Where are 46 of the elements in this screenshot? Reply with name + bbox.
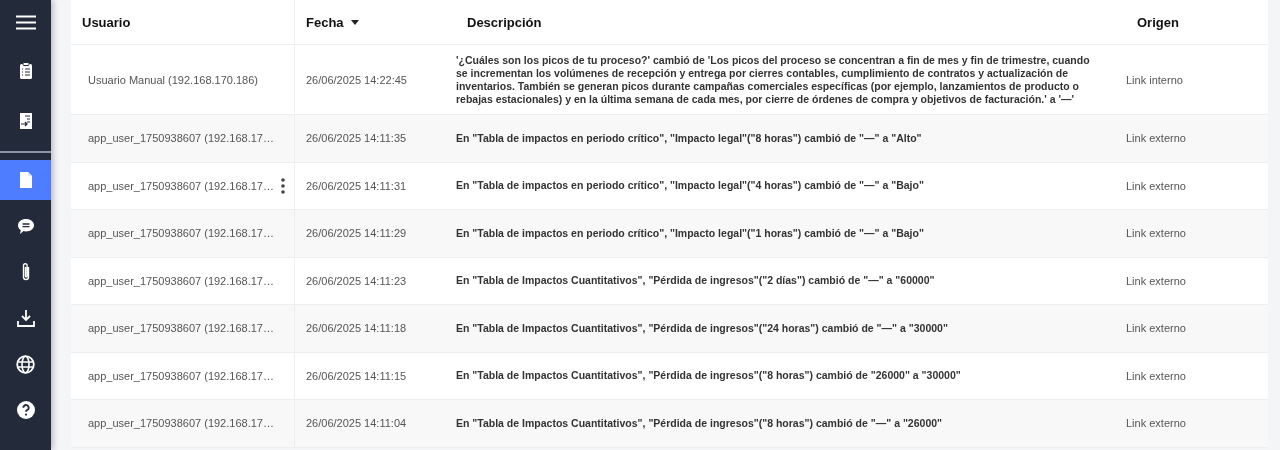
table-cell: Link externo xyxy=(1126,179,1186,192)
table-cell: En "Tabla de impactos en periodo crítico", "Impacto legal"("4 horas") cambió de "—" a "Bajo" xyxy=(456,179,924,193)
document-arrow-icon xyxy=(18,112,33,130)
table-cell: En "Tabla de Impactos Cuantitativos", "Pérdida de ingresos"("8 horas") cambió de "—" a "26000" xyxy=(456,416,943,430)
table-cell: Link externo xyxy=(1126,417,1186,430)
clipboard-icon xyxy=(18,62,33,80)
table-cell: Usuario Manual (192.168.170.186) xyxy=(88,73,258,86)
table-cell: app_user_1750938607 (192.168.17… xyxy=(88,274,274,287)
column-header[interactable]: Descripción xyxy=(456,0,1126,44)
table-cell: En "Tabla de impactos en periodo crítico", "Impacto legal"("8 horas") cambió de "—" a "Alto" xyxy=(456,131,922,145)
table-cell: 26/06/2025 14:11:18 xyxy=(306,322,407,335)
help-icon xyxy=(16,401,35,419)
table-cell: 26/06/2025 14:11:31 xyxy=(306,179,407,192)
table-cell-text: '¿Cuáles son los picos de tu proceso?' cambió de 'Los picos del proceso se concentran a fin de mes y fin de trimestre, cuando se incrementan los volúmenes de recepción y entrega por cierres contables, cumplimiento de contratos y actualización de inventarios. También se generan picos durante campañas comerciales específicas (por ejemplo, lanzamientos de producto o rebajas estacionales) y en la última semana de cada mes, por cierre de órdenes de compra y objetivos de facturación.' a '—' xyxy=(456,53,1091,106)
table-cell: app_user_1750938607 (192.168.17… xyxy=(88,132,274,145)
table-cell: Link externo xyxy=(1126,227,1186,240)
table-cell: app_user_1750938607 (192.168.17… xyxy=(88,417,274,430)
table-cell: En "Tabla de Impactos Cuantitativos", "Pérdida de ingresos"("8 horas") cambió de "26000" a "30000" xyxy=(456,369,961,383)
table-cell: app_user_1750938607 (192.168.17… xyxy=(88,322,274,335)
globe-icon xyxy=(16,354,35,374)
table-cell: Link externo xyxy=(1126,132,1186,145)
download-icon xyxy=(16,309,35,327)
table-cell: 26/06/2025 14:11:23 xyxy=(306,274,407,287)
table-cell: Link externo xyxy=(1126,322,1186,335)
menu-icon xyxy=(15,15,36,30)
table-cell: app_user_1750938607 (192.168.17… xyxy=(88,179,274,192)
file-icon xyxy=(18,171,33,189)
table-cell: Link interno xyxy=(1126,73,1183,86)
chat-icon xyxy=(16,217,35,235)
table-cell: 26/06/2025 14:22:45 xyxy=(306,73,407,86)
table-cell: En "Tabla de Impactos Cuantitativos", "Pérdida de ingresos"("24 horas") cambió de "—" a "30000" xyxy=(456,321,948,335)
table-cell: 26/06/2025 14:11:35 xyxy=(306,132,407,145)
paperclip-icon xyxy=(20,262,31,282)
table-cell: 26/06/2025 14:11:29 xyxy=(306,227,407,240)
table-cell: En "Tabla de impactos en periodo crítico", "Impacto legal"("1 horas") cambió de "—" a "Bajo" xyxy=(456,226,924,240)
table-cell: 26/06/2025 14:11:04 xyxy=(306,417,407,430)
more-options-icon[interactable] xyxy=(280,177,285,194)
table-cell: En "Tabla de Impactos Cuantitativos", "Pérdida de ingresos"("2 días") cambió de "—" a "60000" xyxy=(456,274,935,288)
column-header[interactable]: Origen xyxy=(1126,0,1268,44)
column-header[interactable]: Usuario xyxy=(71,0,295,44)
table-cell: app_user_1750938607 (192.168.17… xyxy=(88,227,274,240)
table-cell: app_user_1750938607 (192.168.17… xyxy=(88,369,274,382)
table-cell: 26/06/2025 14:11:15 xyxy=(306,369,407,382)
table-cell: Link externo xyxy=(1126,369,1186,382)
column-header[interactable]: Fecha xyxy=(295,0,456,44)
table-cell: Link externo xyxy=(1126,274,1186,287)
